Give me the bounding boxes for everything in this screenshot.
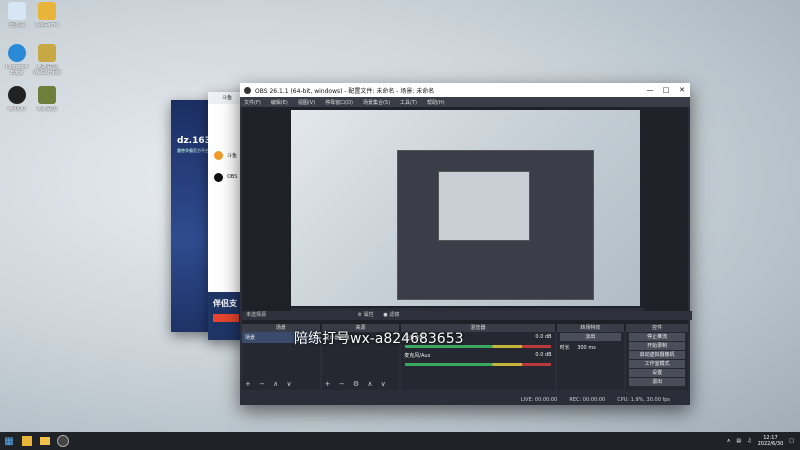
cpu-status: CPU: 1.9%, 30.00 fps <box>617 396 670 403</box>
dz-subtitle: 魔兽争霸官方平台 <box>177 148 209 153</box>
exit-button[interactable]: 退出 <box>629 378 685 386</box>
volume-meter <box>405 363 551 366</box>
notification-icon[interactable]: □ <box>789 438 794 444</box>
nested-obs-capture <box>397 150 594 300</box>
folder-icon <box>40 437 50 445</box>
desktop-icon-game[interactable]: 英雄联盟 <box>32 86 62 118</box>
stop-streaming-button[interactable]: 停止推流 <box>629 333 685 341</box>
desktop-icon-recycle-bin[interactable]: 回收站 <box>2 2 32 34</box>
settings-button[interactable]: 设置 <box>629 369 685 377</box>
windows-logo-icon: ▦ <box>4 435 14 447</box>
preview-canvas[interactable] <box>291 110 640 306</box>
maximize-icon[interactable]: □ <box>658 86 674 94</box>
menu-view[interactable]: 视图(V) <box>298 99 315 106</box>
minimize-icon[interactable]: — <box>642 86 658 94</box>
properties-button[interactable]: ⚙ 属性 <box>358 312 374 318</box>
preview-area <box>242 107 688 331</box>
menu-docks[interactable]: 停靠窗口(D) <box>325 99 353 106</box>
menu-bar: 文件(F) 编辑(E) 视图(V) 停靠窗口(D) 场景集合(S) 工具(T) … <box>240 97 690 107</box>
clock[interactable]: 12:17 2022/6/30 <box>758 435 784 447</box>
rec-status: REC: 00:00:00 <box>569 396 606 403</box>
obs-titlebar[interactable]: OBS 26.1.1 (64-bit, windows) - 配置文件: 未命名… <box>240 83 690 97</box>
banner-button[interactable] <box>213 314 239 322</box>
menu-edit[interactable]: 编辑(E) <box>271 99 288 106</box>
volume-icon[interactable]: ♫ <box>747 438 751 444</box>
background-window-dz[interactable]: dz.163. 魔兽争霸官方平台 <box>171 100 214 332</box>
virtual-camera-button[interactable]: 启动虚拟摄像机 <box>629 351 685 359</box>
start-recording-button[interactable]: 开始录制 <box>629 342 685 350</box>
desktop-icon-edge[interactable]: Microsoft Edge <box>2 44 32 76</box>
status-bar: LIVE: 00:00:00 REC: 00:00:00 CPU: 1.9%, … <box>240 394 690 405</box>
scene-tools[interactable]: + − ∧ ∨ <box>245 380 295 388</box>
window-title: OBS 26.1.1 (64-bit, windows) - 配置文件: 未命名… <box>255 87 435 95</box>
obs-logo-icon <box>244 86 251 94</box>
controls-dock: 控件 停止推流 开始录制 启动虚拟摄像机 工作室模式 设置 退出 <box>626 324 688 390</box>
source-tools[interactable]: + − ⚙ ∧ ∨ <box>325 380 389 388</box>
desktop-icon-launcher[interactable]: 英雄联盟WeGame版 <box>32 44 62 76</box>
transition-select[interactable]: 淡出 <box>559 333 622 341</box>
filters-button[interactable]: ● 滤镜 <box>383 312 399 318</box>
qq-icon <box>8 86 26 104</box>
taskbar: ▦ ∧ ▤ ♫ 12:17 2022/6/30 □ <box>0 432 800 450</box>
show-hidden-icon[interactable]: ∧ <box>727 438 731 444</box>
recycle-bin-icon <box>8 2 26 20</box>
start-button[interactable]: ▦ <box>0 432 18 450</box>
desktop-icon-qq[interactable]: 腾讯QQ <box>2 86 32 118</box>
live-status: LIVE: 00:00:00 <box>520 396 558 403</box>
menu-help[interactable]: 帮助(H) <box>427 99 445 106</box>
menu-scene-collection[interactable]: 场景集合(S) <box>363 99 390 106</box>
duration-input[interactable]: 300 ms <box>577 345 596 351</box>
obs-icon <box>57 435 69 447</box>
obs-window[interactable]: OBS 26.1.1 (64-bit, windows) - 配置文件: 未命名… <box>240 83 692 405</box>
menu-file[interactable]: 文件(F) <box>244 99 261 106</box>
no-source-label: 未选择源 <box>246 312 267 318</box>
edge-browser-icon <box>8 44 26 62</box>
watermark: 陪练打号wx-a824683653 <box>294 331 464 347</box>
taskbar-app-obs[interactable] <box>54 432 72 450</box>
source-toolbar: 未选择源 ⚙ 属性 ● 滤镜 <box>242 311 692 320</box>
network-icon[interactable]: ▤ <box>736 438 741 444</box>
system-tray: ∧ ▤ ♫ 12:17 2022/6/30 □ <box>727 432 794 450</box>
taskbar-app-1[interactable] <box>18 432 36 450</box>
close-icon[interactable]: ✕ <box>674 86 690 94</box>
app-orange-icon <box>214 150 223 160</box>
nested-obs-capture-inner <box>438 171 530 241</box>
taskbar-app-2[interactable] <box>36 432 54 450</box>
studio-mode-button[interactable]: 工作室模式 <box>629 360 685 368</box>
game-shortcut-icon <box>22 436 32 446</box>
mixer-track: 麦克风/Aux 0.0 dB <box>404 352 552 359</box>
obs-icon <box>214 172 223 182</box>
desktop-icon-wegame[interactable]: WeGame <box>32 2 62 34</box>
menu-tools[interactable]: 工具(T) <box>400 99 417 106</box>
game-client-icon <box>38 86 56 104</box>
transitions-dock: 转场特效 淡出 时长 300 ms <box>556 324 625 390</box>
duration-row: 时长 300 ms <box>559 345 596 351</box>
game-shortcut-icon <box>38 2 56 20</box>
launcher-icon <box>38 44 56 62</box>
